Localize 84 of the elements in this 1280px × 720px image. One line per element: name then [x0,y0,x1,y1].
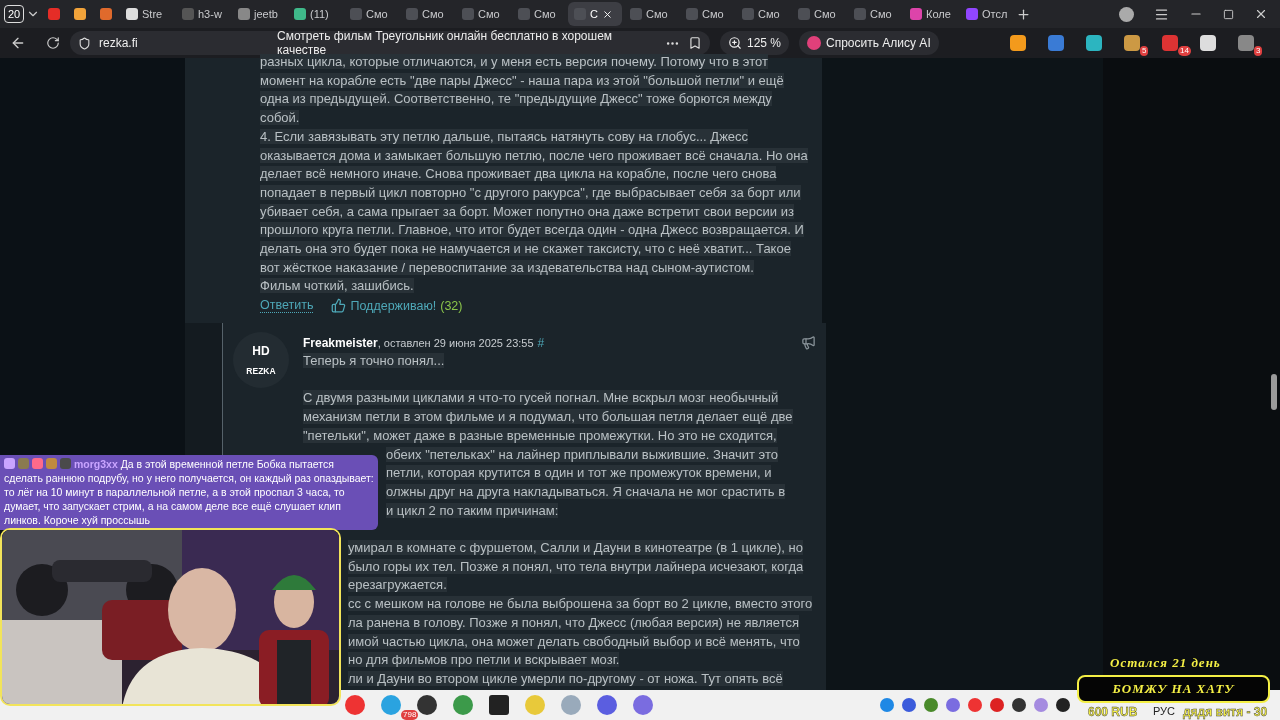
favicon-icon [742,8,754,20]
bookmark-icon[interactable] [688,36,702,50]
stream-goal-days: Остался 21 день [1110,655,1221,671]
favicon-icon [182,8,194,20]
browser-tab[interactable]: Смо [512,2,566,26]
browser-tab[interactable]: Смо [680,2,734,26]
favicon-icon [798,8,810,20]
favicon-icon [100,8,112,20]
browser-tab[interactable]: Смо [400,2,454,26]
address-bar[interactable]: rezka.fi Смотреть фильм Треугольник онлайн бесплатно в хорошем качестве [70,31,710,55]
browser-tab[interactable]: С [568,2,622,26]
new-tab-icon[interactable] [1016,6,1031,22]
language-indicator[interactable]: РУС [1152,705,1175,717]
author-name[interactable]: Freakmeister [303,334,378,352]
browser-tab[interactable]: Коле [904,2,958,26]
browser-tab[interactable]: Смо [624,2,678,26]
favicon-icon [350,8,362,20]
favicon-icon [462,8,474,20]
tray-icon[interactable] [1011,698,1026,712]
close-icon[interactable] [1254,7,1268,21]
browser-tab[interactable]: Смо [456,2,510,26]
favicon-icon [48,8,60,20]
maximize-icon[interactable] [1223,8,1234,20]
emote-icon [60,458,71,469]
extension-badge: 5 [1140,46,1149,56]
zoom-button[interactable]: 125 % [720,31,790,55]
emote-icon [18,458,29,469]
browser-tab[interactable]: Смо [736,2,790,26]
support-link[interactable]: Поддерживаю! [331,298,437,314]
stream-goal-banner: БОМЖУ НА ХАТУ [1077,675,1270,703]
page-title: Смотреть фильм Треугольник онлайн бесплатно в хорошем качестве [277,29,614,57]
comment-date: , оставлен 29 июня 2025 23:55 [377,336,534,351]
back-icon[interactable] [10,35,26,51]
favicon-icon [518,8,530,20]
reply-link[interactable]: Ответить [260,298,314,314]
anchor-link[interactable]: # [537,334,545,352]
browser-tab[interactable]: Отсл [960,2,1014,26]
favicon-icon [406,8,418,20]
extension-icon[interactable] [1162,35,1178,51]
favicon-icon [966,8,978,20]
thumbs-up-icon [331,298,347,314]
browser-tab[interactable]: Смо [848,2,902,26]
avatar: HD REZKA [233,332,289,388]
browser-tab[interactable]: Смо [344,2,398,26]
assistant-button[interactable]: Спросить Алису AI [799,31,939,55]
shield-icon [78,36,91,50]
extension-icon[interactable] [1048,35,1064,51]
favicon-icon [854,8,866,20]
favicon-icon [74,8,86,20]
url-text: rezka.fi [99,36,139,50]
browser-tab[interactable]: Stre [120,2,174,26]
support-count: (32) [440,298,463,313]
chat-message: morg3xx Да в этой временной петле Бобка пытается сделать раннюю подрубу, но у него получается, он каждый раз опаздывает: то лёг на 10 минут в параллельной петле, а в этой проспал 3 часа, то думает, что запускает стрим, а на самом деле все ещё слушает клип линков. Короче хуй проссышь [0,455,378,530]
megaphone-icon[interactable] [801,335,817,350]
donation-amount: 600 RUB [1088,705,1138,719]
profile-icon[interactable] [1119,6,1134,22]
taskbar-app-icon[interactable] [417,695,437,715]
browser-tab[interactable]: Смо [792,2,846,26]
favicon-icon [910,8,922,20]
emote-icon [46,458,57,469]
scrollbar-thumb[interactable] [1271,374,1277,410]
extension-badge: 14 [1178,46,1191,56]
notification-badge: 798 [401,710,419,720]
close-tab-icon[interactable] [601,8,613,20]
favicon-icon [238,8,250,20]
favicon-icon [126,8,138,20]
extension-icon[interactable] [1238,35,1254,51]
zoom-icon [728,36,742,50]
favicon-icon [686,8,698,20]
tab-count[interactable]: 20 [4,5,24,23]
browser-tab[interactable]: (11) [288,2,342,26]
favicon-icon [630,8,642,20]
extension-icon[interactable] [1200,35,1216,51]
extension-icon[interactable] [1010,35,1026,51]
reload-icon[interactable] [46,36,60,50]
tray-icon[interactable] [1055,698,1070,712]
extension-icon[interactable] [1086,35,1102,51]
extension-icon[interactable] [1124,35,1140,51]
browser-tab[interactable]: jeetb [232,2,286,26]
favicon-icon [294,8,306,20]
extension-badge: 3 [1254,46,1263,56]
donor-name: дядя витя - 30 [1183,705,1268,719]
browser-tab[interactable]: h3-w [176,2,230,26]
menu-icon[interactable] [1154,6,1169,22]
